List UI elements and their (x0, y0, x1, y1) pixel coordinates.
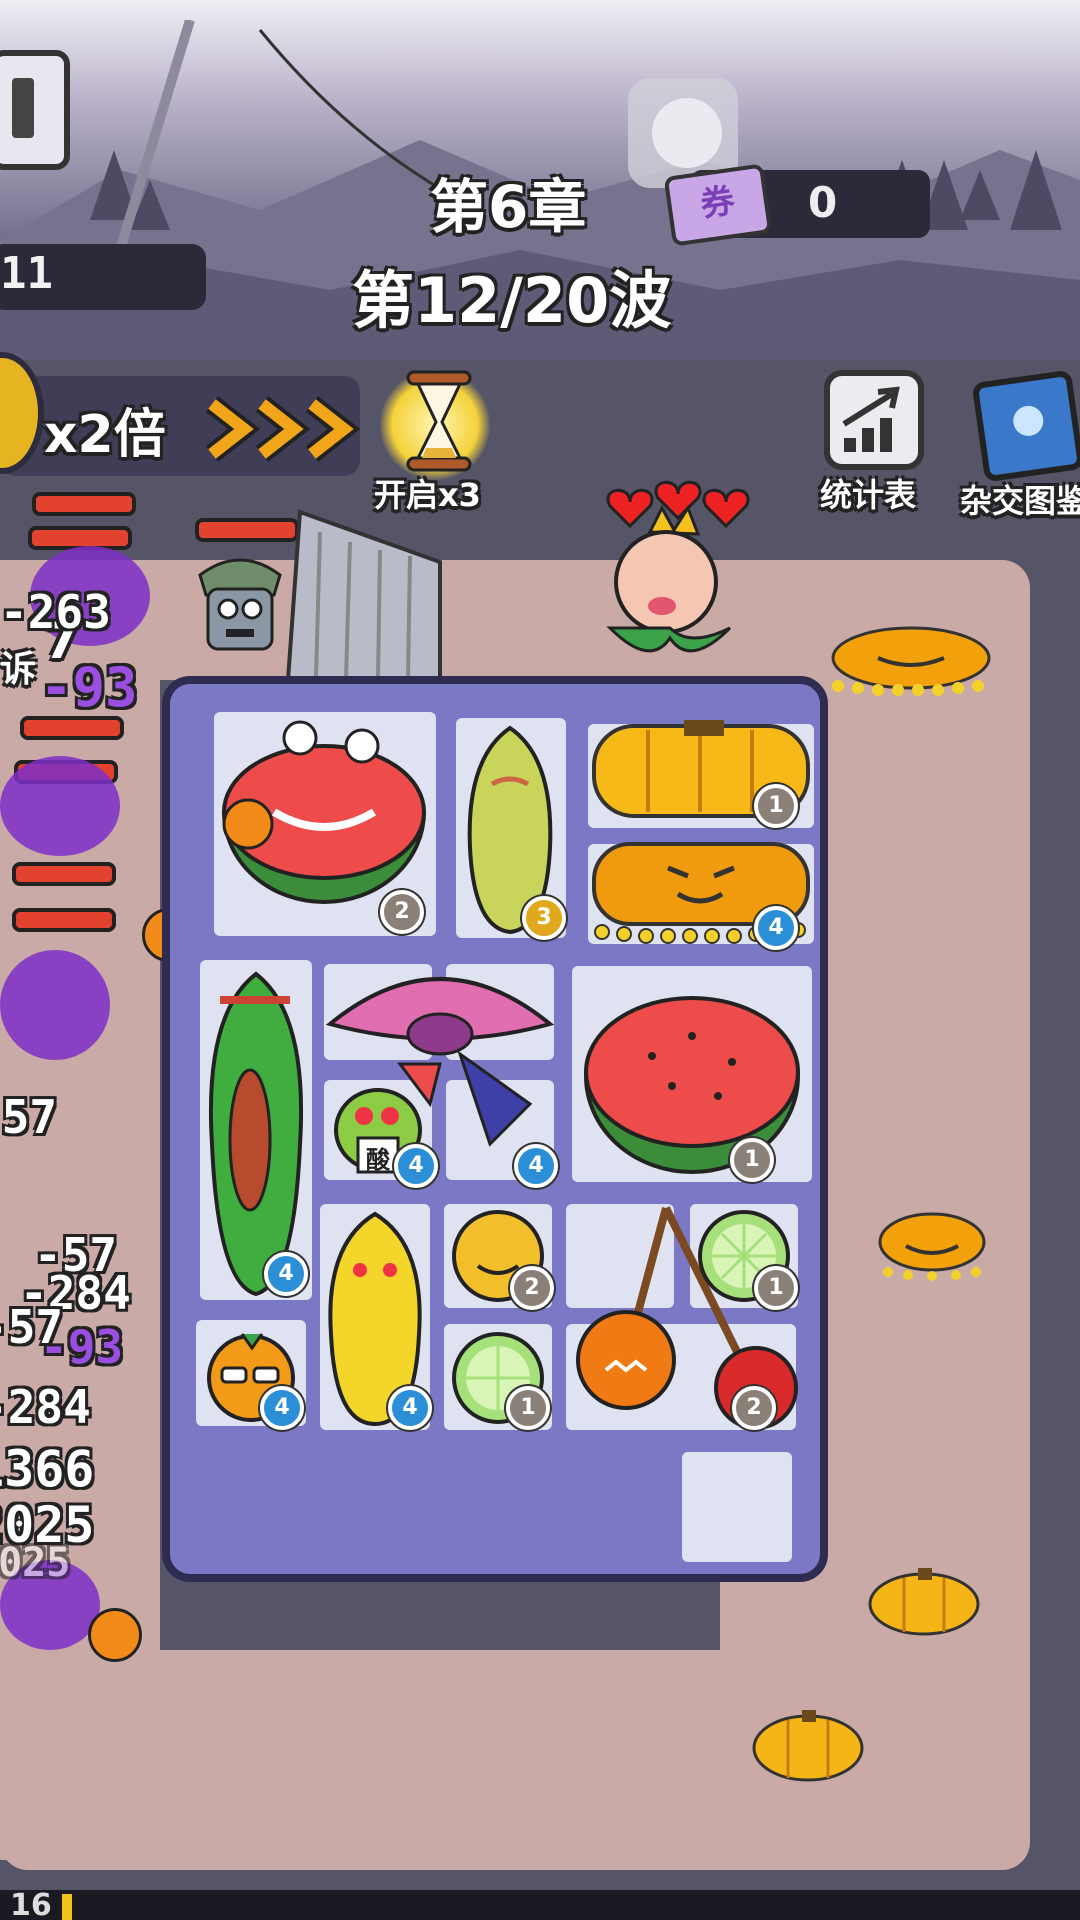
pause-icon (12, 78, 34, 138)
moon-glow (652, 98, 722, 168)
enemy-path-left (0, 560, 160, 1860)
ticket-icon-label: 券 (698, 180, 738, 226)
peach-princess-plant (606, 480, 750, 653)
level-badge: 4 (260, 1386, 304, 1430)
left-counter: 11 (0, 248, 53, 299)
pumpkin-enemy (752, 1710, 864, 1782)
level-badge: 4 (394, 1144, 438, 1188)
ticket-icon: 券 (663, 163, 773, 247)
level-badge: 3 (522, 896, 566, 940)
zombie-sign-text: 酸 (366, 1146, 390, 1174)
pumpkin-enemy (868, 1568, 980, 1636)
pumpkin-enemy (878, 1212, 986, 1281)
bottom-counter: 16 (10, 1888, 52, 1920)
game-scene: 11 第6章 第12/20波 券 0 x2倍 开启x3 统计表 杂交图鉴 诉 7… (0, 0, 1080, 1920)
enemy-hp-bar (32, 492, 136, 516)
damage-number: -284 (0, 1380, 91, 1434)
level-badge: 2 (732, 1386, 776, 1430)
damage-number: -93 (40, 1320, 124, 1374)
orange-projectile (88, 1608, 142, 1662)
level-badge: 4 (754, 906, 798, 950)
level-badge: 2 (380, 890, 424, 934)
wave-indicator: 第12/20波 (352, 264, 672, 337)
zombie-head (198, 558, 282, 651)
level-badge: 1 (506, 1386, 550, 1430)
speed-toggle[interactable]: x2倍 (44, 392, 374, 465)
poison-cloud (0, 756, 120, 856)
level-badge: 1 (754, 784, 798, 828)
damage-number: 1366 (0, 1440, 95, 1498)
damage-number: 2025 (0, 1540, 71, 1586)
poison-cloud (0, 950, 110, 1060)
level-badge: 4 (514, 1144, 558, 1188)
empty-grid-cell[interactable] (682, 1452, 792, 1562)
stats-icon (824, 370, 924, 470)
enemy-hp-bar (12, 862, 116, 886)
chapter-title: 第6章 (430, 173, 587, 241)
ticket-count: 0 (808, 178, 838, 227)
level-badge: 2 (510, 1266, 554, 1310)
hourglass-boost-button[interactable]: 开启x3 (360, 370, 520, 520)
level-badge: 1 (754, 1266, 798, 1310)
cucumber-plant (208, 971, 304, 1297)
level-badge: 4 (388, 1386, 432, 1430)
plant-grid-board: 酸 2 3 1 4 4 4 1 4 2 1 4 4 1 2 (162, 676, 828, 1582)
hybrid-almanac-button[interactable]: 杂交图鉴 (960, 369, 1080, 526)
hourglass-icon (406, 370, 472, 472)
enemy-hp-bar (12, 908, 116, 932)
speed-label: x2倍 (44, 405, 166, 465)
fast-forward-icon (205, 396, 361, 462)
pumpkin-enemy (831, 626, 991, 696)
watermelon-slice-plant (583, 996, 801, 1174)
book-icon (971, 369, 1080, 483)
hybrid-label: 杂交图鉴 (960, 482, 1080, 520)
bottom-progress-bar (0, 1890, 1080, 1920)
enemy-label-fragment: 诉 (0, 649, 37, 690)
level-badge: 1 (730, 1138, 774, 1182)
damage-number: -57 (0, 1090, 58, 1144)
level-badge: 4 (264, 1252, 308, 1296)
metal-crate (285, 509, 442, 682)
enemy-hp-bar (20, 716, 124, 740)
pause-button[interactable] (0, 50, 70, 170)
damage-number: -93 (40, 656, 138, 719)
stats-button[interactable]: 统计表 (812, 370, 942, 520)
stats-label: 统计表 (820, 476, 917, 514)
damage-number: -263 (0, 585, 111, 639)
bottom-progress-fill (62, 1894, 72, 1920)
